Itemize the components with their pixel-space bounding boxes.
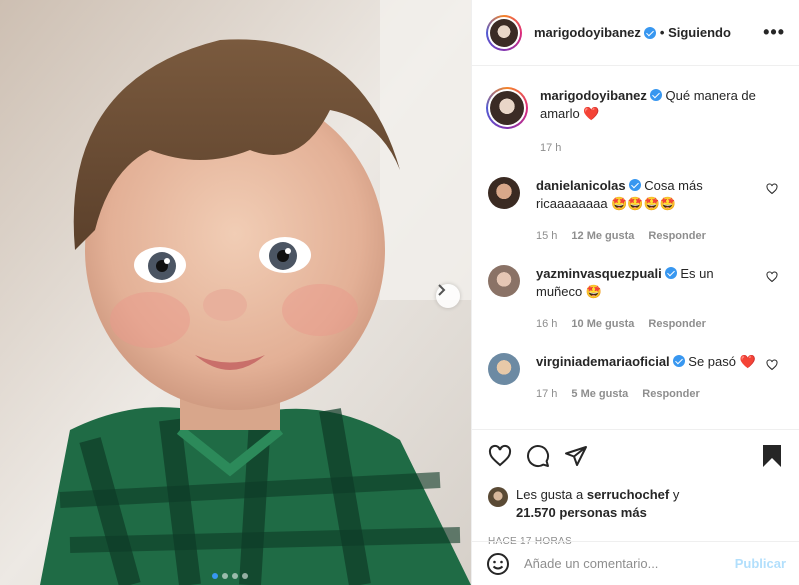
comment-likes[interactable]: 5 Me gusta: [571, 385, 628, 403]
share-send-icon[interactable]: [564, 444, 588, 468]
baby-photo-illustration: [0, 0, 471, 585]
post-header: marigodoyibanez • Siguiendo •••: [472, 0, 799, 66]
comment-likes[interactable]: 10 Me gusta: [571, 315, 634, 333]
verified-badge-icon: [643, 26, 656, 39]
post-photo[interactable]: [0, 0, 471, 585]
commenter-avatar[interactable]: [488, 265, 520, 297]
verified-badge-icon: [672, 355, 685, 367]
liker-avatar[interactable]: [488, 487, 508, 507]
commenter-avatar[interactable]: [488, 353, 520, 385]
caption-time[interactable]: 17 h: [540, 139, 561, 157]
reply-button[interactable]: Responder: [648, 227, 705, 245]
comment-time[interactable]: 17 h: [536, 385, 557, 403]
carousel-dot: [222, 573, 228, 579]
carousel-dot: [212, 573, 218, 579]
emoji-smiley-icon[interactable]: [486, 552, 510, 576]
follow-status[interactable]: • Siguiendo: [660, 25, 731, 40]
comment-item: virginiademariaoficial Se pasó ❤️ 17 h 5…: [472, 353, 799, 403]
comment-time[interactable]: 15 h: [536, 227, 557, 245]
commenter-avatar[interactable]: [488, 177, 520, 209]
post-caption: marigodoyibanez Qué manera de amarlo ❤️ …: [472, 67, 799, 157]
likes-summary: Les gusta a serruchochef y 21.570 person…: [488, 486, 784, 522]
verified-badge-icon: [649, 89, 662, 101]
comment-username[interactable]: virginiademariaoficial: [536, 354, 670, 369]
next-photo-button[interactable]: [436, 284, 460, 308]
comment-bubble-icon[interactable]: [526, 444, 550, 468]
like-comment-heart-icon[interactable]: [766, 271, 778, 283]
likes-count[interactable]: 21.570 personas más: [516, 505, 647, 520]
like-heart-icon[interactable]: [488, 444, 512, 468]
comment-username[interactable]: yazminvasquezpuali: [536, 266, 662, 281]
comment-username[interactable]: danielanicolas: [536, 178, 626, 193]
comment-likes[interactable]: 12 Me gusta: [571, 227, 634, 245]
like-comment-heart-icon[interactable]: [766, 359, 778, 371]
author-username[interactable]: marigodoyibanez: [534, 25, 641, 40]
comment-input[interactable]: [524, 556, 735, 571]
post-actions: Les gusta a serruchochef y 21.570 person…: [472, 429, 799, 547]
likes-prefix: Les gusta a: [516, 487, 584, 502]
comments-list[interactable]: marigodoyibanez Qué manera de amarlo ❤️ …: [472, 67, 799, 429]
bookmark-saved-icon[interactable]: [760, 444, 784, 468]
comment-time[interactable]: 16 h: [536, 315, 557, 333]
comment-item: danielanicolas Cosa más ricaaaaaaaa 🤩🤩🤩🤩…: [472, 177, 799, 245]
author-avatar[interactable]: [486, 14, 522, 51]
carousel-dots: [212, 573, 248, 579]
add-comment-bar: Publicar: [472, 541, 799, 585]
verified-badge-icon: [628, 179, 641, 191]
publish-button[interactable]: Publicar: [735, 556, 786, 571]
carousel-dot: [242, 573, 248, 579]
author-avatar[interactable]: [486, 87, 528, 129]
post-panel: marigodoyibanez • Siguiendo ••• marigodo…: [471, 0, 799, 585]
reply-button[interactable]: Responder: [648, 315, 705, 333]
chevron-right-icon: [438, 284, 446, 296]
caption-username[interactable]: marigodoyibanez: [540, 88, 647, 103]
comment-text: Se pasó ❤️: [688, 354, 756, 369]
reply-button[interactable]: Responder: [642, 385, 699, 403]
heart-emoji-icon: ❤️: [583, 106, 600, 121]
more-options-icon[interactable]: •••: [763, 22, 785, 43]
carousel-dot: [232, 573, 238, 579]
verified-badge-icon: [664, 267, 677, 279]
like-comment-heart-icon[interactable]: [766, 183, 778, 195]
liker-username[interactable]: serruchochef: [587, 487, 669, 502]
likes-connector: y: [672, 487, 680, 502]
comment-item: yazminvasquezpuali Es un muñeco 🤩 16 h 1…: [472, 265, 799, 333]
